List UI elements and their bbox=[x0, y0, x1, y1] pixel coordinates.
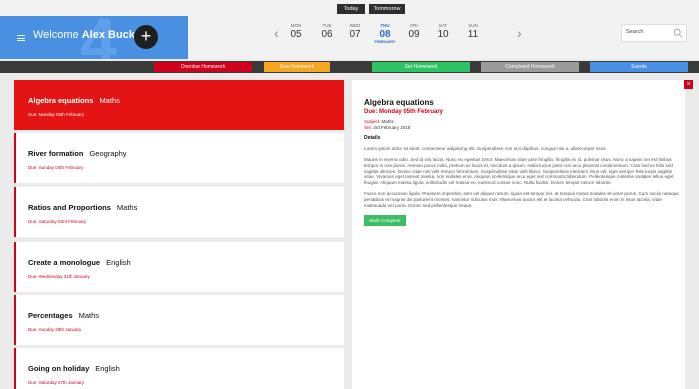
day-fri[interactable]: FRI 09 bbox=[402, 23, 426, 40]
homework-title-text: Ratios and Proportions bbox=[28, 203, 111, 212]
day-mon[interactable]: MON 05 bbox=[284, 23, 308, 40]
prev-week-icon[interactable]: ‹ bbox=[274, 25, 279, 41]
day-wed[interactable]: WED 07 bbox=[343, 23, 367, 40]
tomorrow-button[interactable]: Tommorow bbox=[369, 4, 405, 14]
day-number: 08 bbox=[379, 29, 391, 40]
today-button[interactable]: Today bbox=[337, 4, 365, 14]
homework-subject: Geography bbox=[89, 149, 127, 158]
detail-due: Due: Monday 05th February bbox=[364, 109, 444, 115]
day-sun[interactable]: SUN 11 bbox=[461, 23, 485, 40]
detail-paragraph-2: Mauris in viverra odio. Sed id nisi lacu… bbox=[364, 157, 674, 186]
filter-completed-homework[interactable]: Completed Homework bbox=[481, 62, 579, 72]
homework-title: River formation Geography bbox=[28, 149, 127, 158]
homework-due: Due: Sunday 28th January bbox=[28, 327, 82, 332]
welcome-text: Welcome Alex Buck bbox=[33, 28, 135, 42]
detail-set-value: 3rd February 2018 bbox=[373, 125, 411, 130]
detail-subject-value: Maths bbox=[381, 119, 394, 124]
day-number: 09 bbox=[408, 29, 420, 40]
header: 4 Welcome Alex Buck + ‹ MON 05 TUE 06 WED 07 T… bbox=[0, 16, 699, 59]
homework-title-text: Create a monologue bbox=[28, 258, 101, 267]
homework-title: Going on holiday English bbox=[28, 364, 120, 373]
user-name: Alex Buck bbox=[81, 29, 135, 41]
homework-title-text: Algebra equations bbox=[28, 96, 94, 105]
filter-bar: Overdue Homework Due Homework Set Homework… bbox=[0, 61, 699, 73]
welcome-banner: 4 Welcome Alex Buck bbox=[0, 16, 188, 59]
filter-set-homework[interactable]: Set Homework bbox=[372, 62, 470, 72]
add-button[interactable]: + bbox=[134, 25, 158, 49]
homework-subject: Maths bbox=[99, 96, 120, 105]
detail-set-date: Set: 3rd February 2018 bbox=[364, 125, 410, 130]
homework-title: Create a monologue English bbox=[28, 258, 131, 267]
detail-paragraph-1: Lorem ipsum dolor sit amet, consectetur … bbox=[364, 146, 607, 151]
next-week-icon[interactable]: › bbox=[517, 25, 522, 41]
detail-subject-key: Subject: bbox=[364, 119, 381, 124]
day-sat[interactable]: SAT 10 bbox=[431, 23, 455, 40]
homework-title: Algebra equations Maths bbox=[28, 96, 120, 105]
homework-detail-panel: Algebra equations Due: Monday 05th Febru… bbox=[352, 80, 685, 389]
homework-due: Due: Sunday 04th February bbox=[28, 165, 84, 170]
homework-card[interactable]: Algebra equations Maths Due: Monday 05th F… bbox=[14, 80, 344, 130]
homework-subject: Maths bbox=[78, 311, 100, 320]
search-input[interactable]: Search bbox=[621, 24, 687, 42]
homework-card[interactable]: Ratios and Proportions Maths Due: Saturday… bbox=[14, 187, 344, 237]
homework-card[interactable]: Percentages Maths Due: Sunday 28th January bbox=[14, 295, 344, 345]
detail-title: Algebra equations bbox=[364, 98, 434, 107]
day-thu[interactable]: THU 08 FEBRUARY bbox=[373, 23, 397, 45]
homework-title: Ratios and Proportions Maths bbox=[28, 203, 137, 212]
homework-title: Percentages Maths bbox=[28, 311, 99, 320]
homework-title-text: Percentages bbox=[28, 311, 73, 320]
detail-subject: Subject: Maths bbox=[364, 119, 394, 124]
homework-due: Due: Wednesday 31th January bbox=[28, 274, 90, 279]
homework-due: Due: Saturday 27th January bbox=[28, 380, 85, 385]
homework-card[interactable]: River formation Geography Due: Sunday 04th… bbox=[14, 133, 344, 183]
homework-title-text: Going on holiday bbox=[28, 364, 90, 373]
details-heading: Details bbox=[364, 135, 381, 141]
welcome-prefix: Welcome bbox=[33, 29, 79, 41]
day-number: 05 bbox=[290, 29, 302, 40]
filter-due-homework[interactable]: Due Homework bbox=[264, 62, 330, 72]
day-number: 11 bbox=[467, 29, 479, 40]
homework-card[interactable]: Create a monologue English Due: Wednesday … bbox=[14, 242, 344, 292]
top-bar: Today Tommorow bbox=[0, 0, 699, 16]
filter-events[interactable]: Events bbox=[590, 62, 688, 72]
day-number: 10 bbox=[437, 29, 449, 40]
search-placeholder: Search bbox=[626, 29, 644, 35]
detail-paragraph-3: Fusce non accumsan ligula. Praesent impe… bbox=[364, 191, 679, 208]
close-icon[interactable]: × bbox=[684, 80, 693, 89]
homework-due: Due: Saturday 03rd February bbox=[28, 219, 87, 224]
day-month: FEBRUARY bbox=[374, 40, 396, 44]
homework-card[interactable]: Going on holiday English Due: Saturday 27t… bbox=[14, 348, 344, 389]
homework-subject: English bbox=[106, 258, 131, 267]
day-tue[interactable]: TUE 06 bbox=[315, 23, 339, 40]
menu-icon[interactable] bbox=[17, 35, 25, 41]
detail-set-key: Set: bbox=[364, 125, 373, 130]
search-icon[interactable] bbox=[673, 28, 683, 38]
homework-subject: English bbox=[95, 364, 120, 373]
homework-title-text: River formation bbox=[28, 149, 84, 158]
day-number: 06 bbox=[321, 29, 333, 40]
day-number: 07 bbox=[349, 29, 361, 40]
filter-overdue-homework[interactable]: Overdue Homework bbox=[154, 62, 252, 72]
homework-subject: Maths bbox=[116, 203, 138, 212]
homework-due: Due: Monday 05th February bbox=[28, 112, 85, 117]
mark-complete-button[interactable]: Mark Complete bbox=[364, 215, 406, 226]
